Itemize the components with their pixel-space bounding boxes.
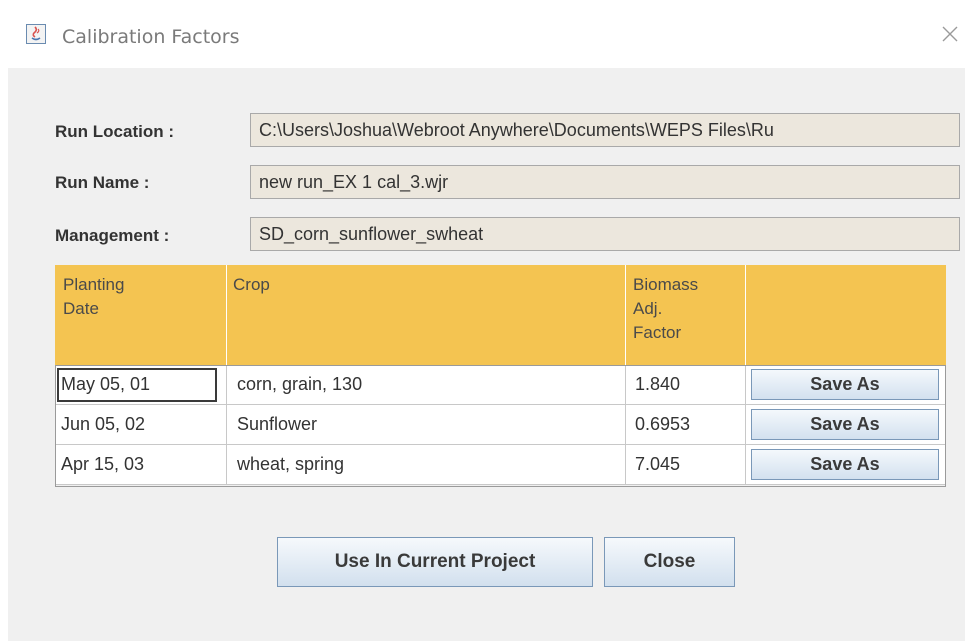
close-icon[interactable] — [938, 22, 962, 46]
cell-crop[interactable]: wheat, spring — [237, 445, 344, 484]
header-divider — [625, 265, 626, 365]
header-biomass-factor[interactable]: Biomass Adj. Factor — [633, 273, 698, 345]
header-planting-date[interactable]: Planting Date — [63, 273, 124, 321]
table-header: Planting Date Crop Biomass Adj. Factor — [55, 265, 946, 365]
column-divider — [226, 405, 227, 445]
cell-planting-date[interactable]: May 05, 01 — [61, 365, 150, 404]
column-divider — [745, 445, 746, 485]
table-row: Jun 05, 02 Sunflower 0.6953 Save As — [55, 405, 946, 445]
column-divider — [625, 405, 626, 445]
save-as-button[interactable]: Save As — [751, 409, 939, 440]
header-crop-line1: Crop — [233, 275, 270, 294]
column-divider — [745, 365, 746, 405]
cell-biomass-factor[interactable]: 1.840 — [635, 365, 680, 404]
column-divider — [226, 365, 227, 405]
save-as-button[interactable]: Save As — [751, 369, 939, 400]
save-as-button[interactable]: Save As — [751, 449, 939, 480]
column-divider — [625, 445, 626, 485]
cell-planting-date[interactable]: Apr 15, 03 — [61, 445, 144, 484]
header-planting-date-line2: Date — [63, 299, 99, 318]
cell-biomass-factor[interactable]: 7.045 — [635, 445, 680, 484]
run-name-label: Run Name : — [55, 173, 150, 192]
run-location-field[interactable]: C:\Users\Joshua\Webroot Anywhere\Documen… — [250, 113, 960, 147]
header-divider — [745, 265, 746, 365]
cell-crop[interactable]: corn, grain, 130 — [237, 365, 362, 404]
header-divider — [226, 265, 227, 365]
close-button[interactable]: Close — [604, 537, 735, 587]
cell-biomass-factor[interactable]: 0.6953 — [635, 405, 690, 444]
java-app-icon — [26, 24, 46, 44]
table-row: Apr 15, 03 wheat, spring 7.045 Save As — [55, 445, 946, 485]
management-field[interactable]: SD_corn_sunflower_swheat — [250, 217, 960, 251]
management-label: Management : — [55, 226, 170, 245]
table-row: May 05, 01 corn, grain, 130 1.840 Save A… — [55, 365, 946, 405]
header-biomass-line1: Biomass — [633, 275, 699, 294]
header-biomass-line3: Factor — [633, 323, 682, 342]
use-in-current-project-button[interactable]: Use In Current Project — [277, 537, 593, 587]
run-location-label: Run Location : — [55, 122, 174, 141]
column-divider — [625, 365, 626, 405]
header-crop[interactable]: Crop — [233, 273, 270, 297]
column-divider — [226, 445, 227, 485]
cell-planting-date[interactable]: Jun 05, 02 — [61, 405, 145, 444]
run-name-field[interactable]: new run_EX 1 cal_3.wjr — [250, 165, 960, 199]
window-title: Calibration Factors — [62, 26, 240, 48]
column-divider — [745, 405, 746, 445]
title-bar: Calibration Factors — [0, 0, 965, 68]
header-planting-date-line1: Planting — [63, 275, 125, 294]
header-biomass-line2: Adj. — [633, 299, 663, 318]
calibration-factors-dialog: Calibration Factors Run Location : C:\Us… — [0, 0, 965, 641]
cell-crop[interactable]: Sunflower — [237, 405, 317, 444]
